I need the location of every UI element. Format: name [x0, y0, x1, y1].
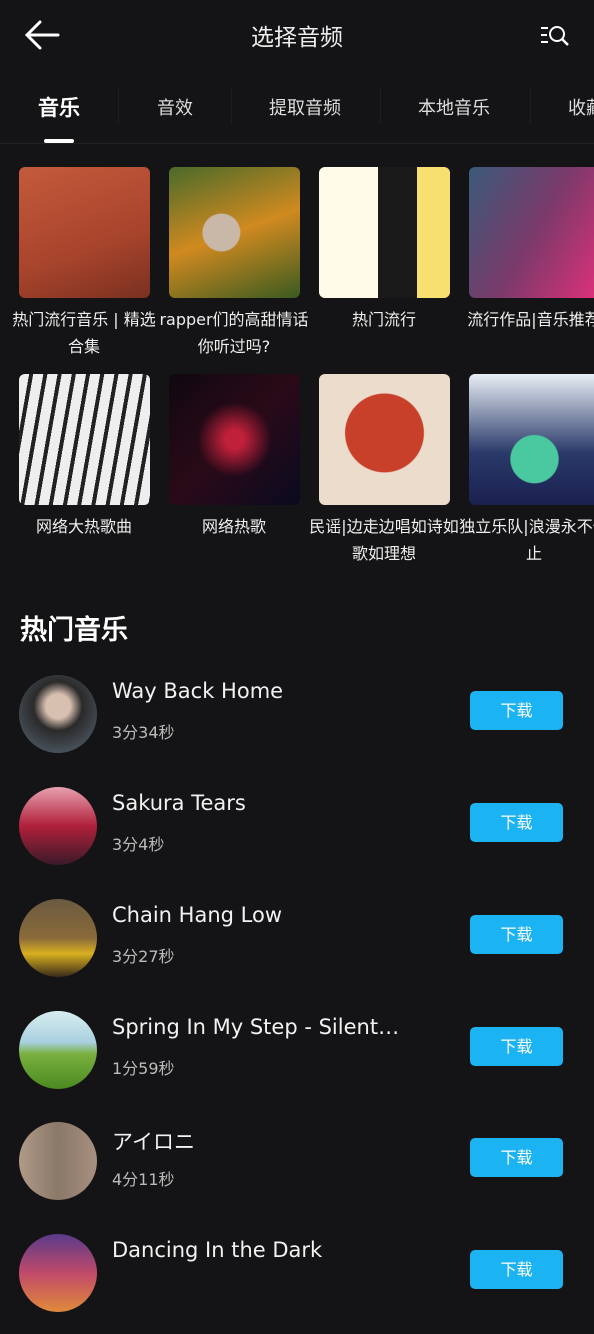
playlist-card[interactable]: 热门流行音乐 | 精选合集 — [12, 167, 156, 360]
song-title: Chain Hang Low — [112, 903, 282, 927]
song-title: Spring In My Step - Silent ... — [112, 1015, 402, 1039]
tab-sound-effects[interactable]: 音效 — [157, 94, 193, 120]
song-title: Dancing In the Dark — [112, 1238, 323, 1262]
song-duration: 3分4秒 — [112, 835, 165, 854]
playlist-cover — [469, 374, 594, 505]
playlist-cover — [169, 167, 300, 298]
download-button[interactable]: 下载 — [470, 691, 563, 730]
song-row[interactable]: Chain Hang Low 3分27秒 下载 — [0, 899, 594, 999]
page-title: 选择音频 — [251, 25, 343, 51]
playlist-title: 网络热歌 — [201, 517, 266, 536]
tab-bar: 音乐 音效 提取音频 本地音乐 收藏 — [0, 72, 594, 144]
playlist-title: 流行作品|音乐推荐 — [467, 310, 594, 329]
song-title: Sakura Tears — [112, 791, 246, 815]
song-cover — [19, 1011, 97, 1089]
divider — [118, 88, 119, 124]
playlist-card[interactable]: 独立乐队|浪漫永不停止 — [459, 374, 594, 567]
search-list-icon[interactable] — [538, 20, 572, 50]
download-button[interactable]: 下载 — [470, 1027, 563, 1066]
tab-music[interactable]: 音乐 — [38, 92, 80, 122]
playlist-title: 网络大热歌曲 — [35, 517, 132, 536]
playlist-cover — [169, 374, 300, 505]
divider — [380, 88, 381, 124]
header: 选择音频 — [0, 0, 594, 70]
playlist-title: 独立乐队|浪漫永不停止 — [459, 517, 594, 563]
tab-local-music[interactable]: 本地音乐 — [418, 94, 490, 120]
song-row[interactable]: アイロニ 4分11秒 下载 — [0, 1122, 594, 1222]
song-cover — [19, 1122, 97, 1200]
download-button[interactable]: 下载 — [470, 1138, 563, 1177]
song-title: Way Back Home — [112, 679, 284, 703]
download-button[interactable]: 下载 — [470, 1250, 563, 1289]
playlist-card[interactable]: rapper们的高甜情话你听过吗? — [159, 167, 309, 360]
song-row[interactable]: Dancing In the Dark 下载 — [0, 1234, 594, 1334]
song-duration: 1分59秒 — [112, 1059, 175, 1078]
song-title: アイロニ — [112, 1130, 195, 1154]
song-cover — [19, 899, 97, 977]
song-cover — [19, 1234, 97, 1312]
divider — [231, 88, 232, 124]
section-title: 热门音乐 — [20, 615, 128, 646]
playlist-card[interactable]: 热门流行 — [319, 167, 450, 333]
tab-extract-audio[interactable]: 提取音频 — [269, 94, 341, 120]
download-button[interactable]: 下载 — [470, 803, 563, 842]
download-button[interactable]: 下载 — [470, 915, 563, 954]
song-row[interactable]: Spring In My Step - Silent ... 1分59秒 下载 — [0, 1011, 594, 1111]
playlist-card[interactable]: 网络大热歌曲 — [19, 374, 150, 540]
active-tab-indicator — [44, 139, 74, 143]
song-duration: 4分11秒 — [112, 1170, 175, 1189]
playlist-title: rapper们的高甜情话你听过吗? — [159, 310, 309, 356]
song-row[interactable]: Way Back Home 3分34秒 下载 — [0, 675, 594, 775]
playlist-cover — [19, 167, 150, 298]
playlist-cover — [319, 167, 450, 298]
playlist-title: 热门流行 — [351, 310, 416, 329]
playlist-card[interactable]: 流行作品|音乐推荐 — [467, 167, 594, 333]
playlist-title: 热门流行音乐 | 精选合集 — [12, 310, 156, 356]
divider — [530, 88, 531, 124]
song-cover — [19, 675, 97, 753]
playlist-card[interactable]: 网络热歌 — [169, 374, 300, 540]
playlist-cover — [19, 374, 150, 505]
playlist-title: 民谣|边走边唱如诗如歌如理想 — [309, 517, 459, 563]
tab-favorites[interactable]: 收藏 — [568, 94, 594, 120]
playlist-card[interactable]: 民谣|边走边唱如诗如歌如理想 — [309, 374, 459, 567]
song-duration: 3分34秒 — [112, 723, 175, 742]
song-duration: 3分27秒 — [112, 947, 175, 966]
song-row[interactable]: Sakura Tears 3分4秒 下载 — [0, 787, 594, 887]
song-cover — [19, 787, 97, 865]
playlist-cover — [319, 374, 450, 505]
playlist-cover — [469, 167, 594, 298]
